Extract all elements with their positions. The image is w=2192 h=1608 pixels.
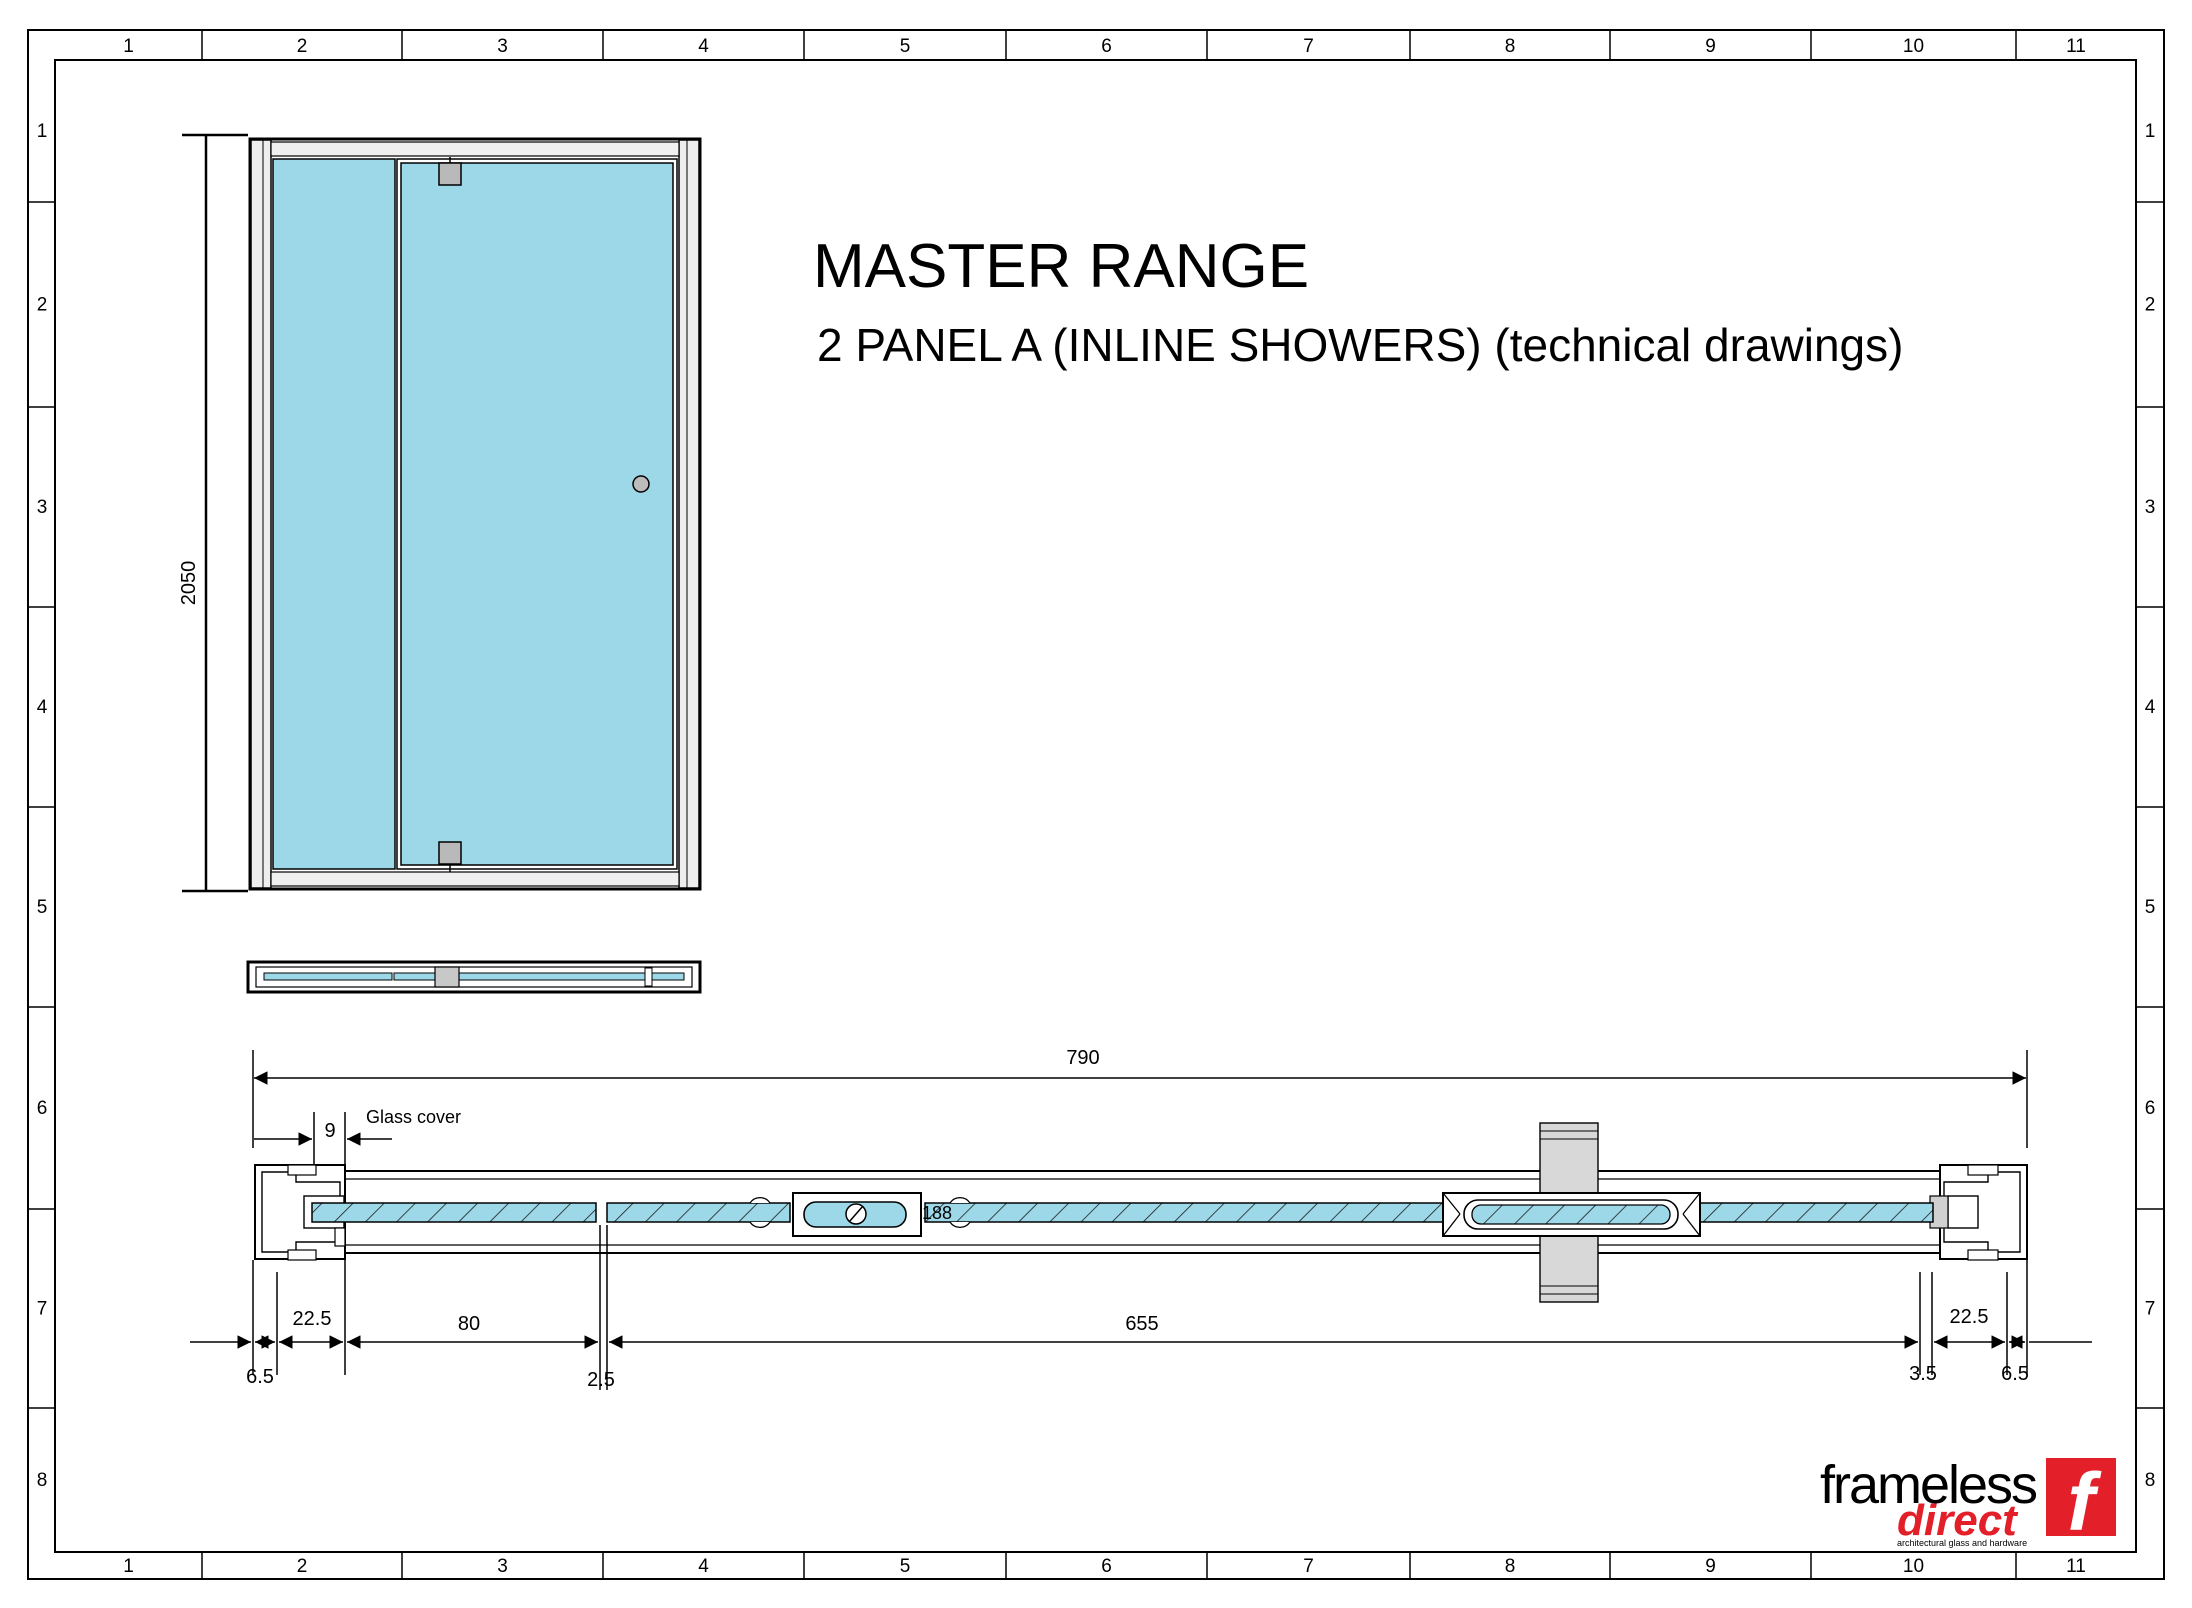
hinge-angle-label: 188 (922, 1203, 952, 1223)
grid-row-label-left: 2 (37, 295, 48, 316)
right-profile-dim: 22.5 (1950, 1306, 1989, 1328)
section-detail: 790 9 Glass cover 188 22.5 80 655 22.5 6… (190, 1047, 2092, 1391)
bottom-hinge-icon (438, 841, 462, 865)
height-dimension (182, 133, 248, 893)
grid-column-label-bottom: 2 (297, 1556, 308, 1577)
grid-column-label-bottom: 11 (2066, 1556, 2086, 1577)
left-profile-dim: 22.5 (293, 1308, 332, 1330)
grid-column-label-bottom: 10 (1903, 1556, 1924, 1577)
drawing-title: MASTER RANGE (813, 232, 1309, 301)
drawing-subtitle: 2 PANEL A (INLINE SHOWERS) (technical dr… (817, 319, 1903, 371)
grid-row-label-right: 6 (2145, 1098, 2156, 1119)
grid-column-label-bottom: 3 (497, 1556, 508, 1577)
grid-row-label-right: 2 (2145, 295, 2156, 316)
overall-width-label: 790 (1066, 1047, 1099, 1069)
front-elevation: 2050 (178, 133, 702, 893)
grid-row-label-left: 5 (37, 897, 48, 918)
grid-column-label-bottom: 4 (698, 1556, 709, 1577)
fixed-panel-section (311, 1202, 597, 1223)
grid-column-label-bottom: 1 (123, 1556, 134, 1577)
grid-row-label-left: 1 (37, 121, 48, 142)
grid-column-label-top: 2 (297, 36, 308, 57)
grid-row-label-left: 7 (37, 1299, 48, 1320)
grid-row-label-left: 8 (37, 1470, 48, 1491)
grid-column-label-top: 11 (2066, 36, 2086, 57)
grid-column-label-bottom: 7 (1303, 1556, 1314, 1577)
height-dimension-label: 2050 (178, 561, 200, 606)
grid-row-label-right: 4 (2145, 697, 2156, 718)
plan-view (246, 960, 702, 994)
gap-dim: 2.5 (587, 1369, 615, 1391)
grid-column-label-top: 9 (1705, 36, 1716, 57)
left-wall-channel (250, 139, 272, 889)
door-glass-panel (400, 162, 674, 866)
top-rail (270, 141, 680, 157)
grid-column-label-top: 10 (1903, 36, 1924, 57)
glass-cover-label: Glass cover (366, 1107, 461, 1127)
grid-row-label-left: 6 (37, 1098, 48, 1119)
grid-column-label-top: 3 (497, 36, 508, 57)
grid-row-label-right: 8 (2145, 1470, 2156, 1491)
grid-column-label-top: 7 (1303, 36, 1314, 57)
grid-column-label-top: 4 (698, 36, 709, 57)
grid-column-label-top: 1 (123, 36, 134, 57)
grid-column-label-top: 8 (1505, 36, 1516, 57)
glass-cover-dim: 9 (324, 1120, 335, 1142)
grid-column-label-top: 6 (1101, 36, 1112, 57)
door-panel-dim: 655 (1125, 1313, 1158, 1335)
grid-row-label-right: 5 (2145, 897, 2156, 918)
top-hinge-icon (438, 162, 462, 186)
right-gap-dim: 3.5 (1909, 1363, 1937, 1385)
technical-drawing-sheet: 112233445566778899101011111 12 23 34 45 56 67 7… (27, 29, 2165, 1580)
grid-column-label-bottom: 5 (900, 1556, 911, 1577)
door-panel-section (924, 1202, 1934, 1223)
company-logo: frameless direct architectural glass and… (1820, 1455, 2116, 1548)
door-knob-icon (632, 475, 650, 493)
grid-row-label-right: 7 (2145, 1299, 2156, 1320)
right-wall-channel (678, 139, 700, 889)
grid-row-label-left: 3 (37, 497, 48, 518)
fixed-glass-panel (272, 158, 396, 870)
grid-column-label-bottom: 8 (1505, 1556, 1516, 1577)
grid-column-label-bottom: 9 (1705, 1556, 1716, 1577)
right-offset-dim: 6.5 (2001, 1363, 2029, 1385)
grid-row-label-right: 1 (2145, 121, 2156, 142)
logo-tagline: architectural glass and hardware (1897, 1538, 2027, 1548)
door-handle (1442, 1122, 1701, 1303)
grid-column-label-top: 5 (900, 36, 911, 57)
fixed-panel-dim: 80 (458, 1313, 480, 1335)
bottom-rail (270, 871, 680, 887)
grid-row-label-right: 3 (2145, 497, 2156, 518)
grid-row-label-left: 4 (37, 697, 48, 718)
grid-column-label-bottom: 6 (1101, 1556, 1112, 1577)
fixed-panel-section-b (606, 1202, 791, 1223)
left-offset-dim: 6.5 (246, 1366, 274, 1388)
